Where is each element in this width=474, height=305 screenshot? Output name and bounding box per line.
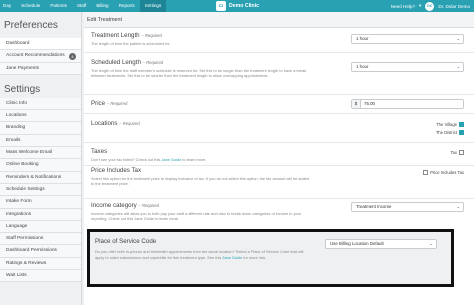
- price-input[interactable]: $ 75.00: [351, 99, 464, 109]
- preferences-title: Preferences: [4, 20, 58, 31]
- top-nav-bar: Day Schedule Patients Staff Billing Reports Se…: [0, 0, 474, 12]
- sidebar-item-staff-permissions[interactable]: Staff Permissions: [0, 233, 81, 246]
- location-district-checkbox[interactable]: The District: [436, 130, 464, 135]
- income-category-select[interactable]: Treatment Income ⌄: [351, 202, 464, 212]
- tax-checkbox[interactable]: Tax: [450, 150, 464, 155]
- sidebar-item-wait-lists[interactable]: Wait Lists: [0, 270, 81, 283]
- taxes-help: Don't see your tax listed? Check out thi…: [91, 156, 207, 162]
- sidebar-item-dashboard-permissions[interactable]: Dashboard Permissions: [0, 245, 81, 258]
- nav-item-staff[interactable]: Staff: [72, 0, 91, 12]
- nav-item-billing[interactable]: Billing: [91, 0, 113, 12]
- sidebar-item-emails[interactable]: Emails: [0, 134, 81, 148]
- sidebar-item-ratings-reviews[interactable]: Ratings & Reviews: [0, 257, 81, 271]
- clinic-name: Demo Clinic: [229, 3, 259, 9]
- currency-symbol: $: [352, 100, 361, 108]
- checkbox-checked-icon: [459, 130, 464, 135]
- checkbox-icon: [423, 170, 429, 175]
- sidebar-item-clinic-info[interactable]: Clinic Info: [0, 97, 81, 111]
- top-nav: Day Schedule Patients Staff Billing Reports Se…: [0, 0, 167, 12]
- chevron-down-icon: ⌄: [456, 36, 460, 41]
- sidebar-item-integrations[interactable]: Integrations: [0, 208, 81, 221]
- sidebar-item-branding[interactable]: Branding: [0, 122, 81, 135]
- chevron-down-icon: ⌄: [456, 64, 460, 69]
- locations-row: Locations – Required: [91, 120, 467, 127]
- income-category-help: Income categories will allow you to both…: [91, 210, 302, 222]
- taxes-label: Taxes: [91, 148, 108, 155]
- price-includes-tax-help: Select this option for the treatment pri…: [91, 175, 310, 187]
- treatment-length-help: The length of time the patient is schedu…: [91, 40, 171, 46]
- settings-list: Clinic Info Locations Branding Emails Mass W…: [0, 97, 81, 283]
- user-name[interactable]: Dr. Dolar Demo: [438, 4, 470, 9]
- place-of-service-help: Do you offer both in-person and teleheal…: [95, 249, 304, 260]
- sidebar-item-jane-payments[interactable]: Jane Payments: [0, 62, 81, 75]
- count-badge: 4: [69, 53, 76, 61]
- price-includes-tax-label: Price Includes Tax: [91, 167, 142, 174]
- place-of-service-section: Place of Service Code Do you offer both …: [87, 229, 454, 287]
- top-right-controls: Need Help? ▾ DC Dr. Dolar Demo: [391, 0, 470, 12]
- nav-item-day[interactable]: Day: [0, 0, 16, 12]
- sidebar-item-language[interactable]: Language: [0, 220, 81, 234]
- need-help-link[interactable]: Need Help?: [391, 4, 415, 9]
- sidebar-item-dashboard[interactable]: Dashboard: [0, 38, 81, 51]
- sidebar-item-schedule-settings[interactable]: Schedule Settings: [0, 183, 81, 197]
- taxes-row: Taxes Don't see your tax listed? Check o…: [91, 148, 467, 162]
- nav-item-reports[interactable]: Reports: [114, 0, 140, 12]
- scheduled-length-help: The length of time the staff member's sc…: [91, 67, 307, 79]
- sidebar-item-locations[interactable]: Locations: [0, 110, 81, 123]
- sidebar-item-reminders-notifications[interactable]: Reminders & Notifications: [0, 171, 81, 184]
- sidebar-item-mass-welcome-email[interactable]: Mass Welcome Email: [0, 147, 81, 160]
- page-title: Edit Treatment: [84, 12, 474, 28]
- sidebar-item-intake-form[interactable]: Intake Form: [0, 196, 81, 209]
- nav-item-schedule[interactable]: Schedule: [16, 0, 45, 12]
- clinic-logo-icon: ▭: [216, 1, 226, 11]
- price-value: 75.00: [364, 101, 375, 106]
- checkbox-icon: [459, 150, 464, 155]
- chevron-down-icon: ⌄: [429, 241, 433, 246]
- treatment-length-select[interactable]: 1 hour ⌄: [351, 34, 464, 44]
- sidebar: Preferences Dashboard Account Recommendat…: [0, 12, 82, 305]
- settings-title: Settings: [4, 83, 41, 95]
- jane-guide-link[interactable]: Jane Guide: [222, 255, 242, 260]
- location-village-checkbox[interactable]: The Village: [436, 122, 464, 127]
- price-includes-tax-row: Price Includes Tax Select this option fo…: [91, 167, 467, 187]
- chevron-down-icon: ⌄: [456, 204, 460, 209]
- jane-guide-link[interactable]: Jane Guide: [161, 157, 181, 162]
- sidebar-item-account-recommendations[interactable]: Account Recommendations 4: [0, 50, 81, 63]
- place-of-service-select[interactable]: Use Billing Location Default ⌄: [325, 239, 437, 249]
- brand[interactable]: ▭ Demo Clinic: [216, 1, 259, 11]
- avatar[interactable]: DC: [425, 1, 435, 11]
- price-includes-tax-checkbox[interactable]: Price Includes Tax: [423, 170, 464, 175]
- checkbox-checked-icon: [459, 122, 464, 127]
- locations-label: Locations – Required: [91, 120, 140, 127]
- nav-item-patients[interactable]: Patients: [45, 0, 72, 12]
- preferences-list: Dashboard Account Recommendations 4 Jane Pa…: [0, 38, 81, 75]
- chevron-down-icon[interactable]: ▾: [419, 3, 421, 9]
- place-of-service-label: Place of Service Code: [95, 238, 157, 245]
- nav-item-settings[interactable]: Settings: [139, 0, 167, 12]
- scheduled-length-select[interactable]: 1 hour ⌄: [351, 62, 464, 72]
- sidebar-item-online-booking[interactable]: Online Booking: [0, 159, 81, 172]
